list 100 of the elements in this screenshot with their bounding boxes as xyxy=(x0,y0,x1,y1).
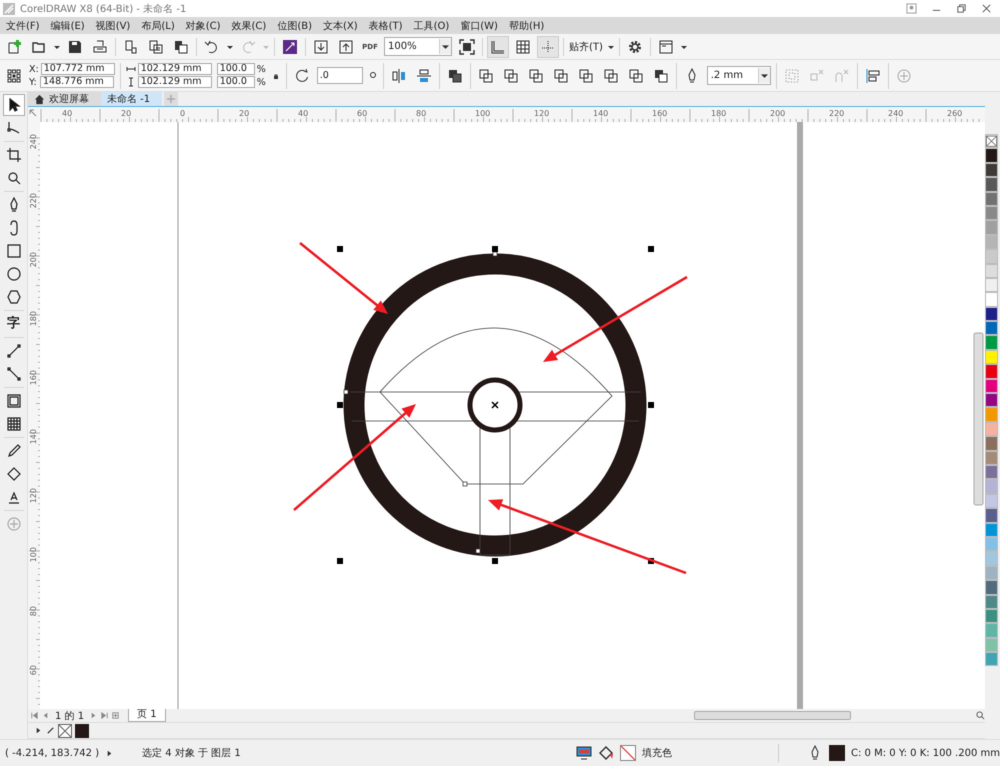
color-swatch[interactable] xyxy=(985,364,998,379)
scale-x-field[interactable]: 100.0 xyxy=(216,63,255,75)
color-swatch[interactable] xyxy=(985,192,998,206)
vertical-scrollbar-thumb[interactable] xyxy=(974,332,984,506)
node-handle[interactable] xyxy=(492,252,498,256)
menu-item[interactable]: 位图(B) xyxy=(274,18,320,32)
color-swatch[interactable] xyxy=(985,450,998,465)
menu-item[interactable]: 编辑(E) xyxy=(48,18,93,32)
color-swatch[interactable] xyxy=(985,177,998,192)
color-swatch[interactable] xyxy=(985,206,998,220)
page-tab[interactable]: 页 1 xyxy=(128,709,166,722)
no-color-swatch[interactable] xyxy=(985,134,998,148)
caret-icon[interactable] xyxy=(608,44,614,50)
y-position-field[interactable]: 148.776 mm xyxy=(40,76,114,88)
color-swatch[interactable] xyxy=(985,249,998,264)
menu-item[interactable]: 视图(V) xyxy=(92,18,138,32)
text-tool[interactable]: 字 xyxy=(5,314,22,334)
menu-item[interactable]: 工具(O) xyxy=(410,18,458,32)
color-swatch[interactable] xyxy=(985,162,998,178)
color-swatch[interactable] xyxy=(985,422,998,436)
account-icon[interactable] xyxy=(906,3,917,14)
expand-arrow-icon[interactable] xyxy=(34,726,43,736)
outline-width-field[interactable]: .2 mm xyxy=(706,66,771,85)
previous-page-icon[interactable] xyxy=(41,711,50,720)
selection-handle[interactable] xyxy=(492,246,498,252)
color-swatch[interactable] xyxy=(985,264,998,278)
guidelines-icon[interactable] xyxy=(538,36,558,56)
caret-icon[interactable] xyxy=(439,39,451,54)
color-swatch[interactable] xyxy=(985,378,998,394)
color-swatch[interactable] xyxy=(985,623,998,638)
selection-handle[interactable] xyxy=(648,246,654,252)
menu-item[interactable]: 效果(C) xyxy=(228,18,274,32)
add-page-icon[interactable] xyxy=(111,711,120,720)
fullscreen-icon[interactable] xyxy=(457,36,477,56)
color-swatch[interactable] xyxy=(985,551,998,566)
color-swatch[interactable] xyxy=(985,407,998,422)
color-swatch[interactable] xyxy=(985,638,998,652)
height-field[interactable]: 102.129 mm xyxy=(138,76,212,88)
color-swatch[interactable] xyxy=(985,278,998,292)
node-handle[interactable] xyxy=(344,390,348,394)
scale-y-field[interactable]: 100.0 xyxy=(216,76,255,88)
menu-item[interactable]: 帮助(H) xyxy=(506,18,552,32)
rulers-icon[interactable] xyxy=(488,36,508,56)
width-field[interactable]: 102.129 mm xyxy=(138,63,212,75)
cursor-coordinates: ( -4.214, 183.742 ) xyxy=(5,748,100,758)
selection-handle[interactable] xyxy=(648,402,654,408)
color-swatch[interactable] xyxy=(985,479,998,494)
selection-handle[interactable] xyxy=(337,246,343,252)
color-swatch[interactable] xyxy=(985,566,998,580)
color-swatch[interactable] xyxy=(985,220,998,235)
color-swatch[interactable] xyxy=(985,292,998,307)
color-swatch[interactable] xyxy=(985,436,998,451)
hub-ring xyxy=(468,378,522,433)
zoom-icon[interactable] xyxy=(976,711,985,720)
width-icon xyxy=(126,64,136,74)
last-page-icon[interactable] xyxy=(100,711,110,720)
document-tab[interactable]: 欢迎屏幕 xyxy=(28,92,101,106)
color-swatch[interactable] xyxy=(985,464,998,480)
selection-handle[interactable] xyxy=(337,402,343,408)
color-swatch[interactable] xyxy=(985,350,998,364)
color-swatch[interactable] xyxy=(985,494,998,508)
menu-item[interactable]: 表格(T) xyxy=(366,18,411,32)
color-swatch[interactable] xyxy=(985,508,998,523)
color-swatch[interactable] xyxy=(985,580,998,594)
color-swatch[interactable] xyxy=(985,335,998,350)
selection-handle[interactable] xyxy=(492,558,498,564)
pointer-tool[interactable] xyxy=(4,95,24,115)
color-swatch[interactable] xyxy=(985,594,998,609)
restore-icon[interactable] xyxy=(956,3,967,14)
color-swatch[interactable] xyxy=(985,306,998,322)
node-handle[interactable] xyxy=(462,482,468,486)
menu-item[interactable]: 窗口(W) xyxy=(457,18,506,32)
menu-item[interactable]: 文本(X) xyxy=(320,18,366,32)
menu-item[interactable]: 文件(F) xyxy=(3,18,48,32)
eyedropper-icon[interactable] xyxy=(46,726,55,736)
caret-icon[interactable] xyxy=(227,44,233,50)
caret-icon[interactable] xyxy=(758,68,770,83)
first-page-icon[interactable] xyxy=(30,711,39,720)
color-swatch[interactable] xyxy=(985,234,998,250)
color-swatch[interactable] xyxy=(985,321,998,336)
color-swatch[interactable] xyxy=(985,148,998,163)
document-tab[interactable]: 未命名 -1 xyxy=(101,92,162,106)
caret-icon[interactable] xyxy=(54,44,60,50)
zoom-level-field[interactable]: 100% xyxy=(384,37,452,56)
rotation-field[interactable]: .0 xyxy=(316,67,363,84)
snap-dropdown[interactable]: 贴齐(T) xyxy=(569,40,603,54)
color-swatch[interactable] xyxy=(75,724,89,738)
color-swatch[interactable] xyxy=(985,652,998,666)
selection-handle[interactable] xyxy=(337,558,343,564)
caret-icon[interactable] xyxy=(680,44,687,50)
x-position-field[interactable]: 107.772 mm xyxy=(40,63,115,75)
color-swatch[interactable] xyxy=(985,536,998,552)
menu-item[interactable]: 对象(C) xyxy=(182,18,229,32)
close-icon[interactable] xyxy=(981,3,992,14)
menu-item[interactable]: 布局(L) xyxy=(138,18,183,32)
color-swatch[interactable] xyxy=(985,522,998,537)
node-handle[interactable] xyxy=(476,548,480,554)
color-swatch[interactable] xyxy=(985,608,998,624)
no-color-swatch[interactable] xyxy=(58,724,72,738)
color-swatch[interactable] xyxy=(985,393,998,408)
